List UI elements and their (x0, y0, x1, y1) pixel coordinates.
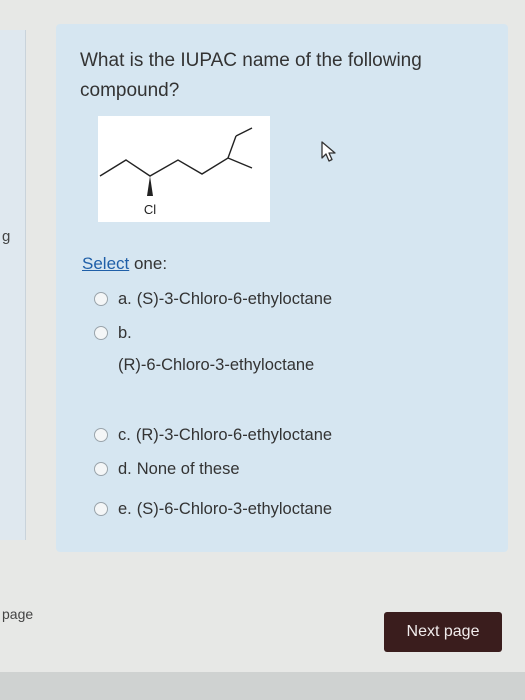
option-e[interactable]: e. (S)-6-Chloro-3-ethyloctane (94, 496, 332, 522)
chlorine-label: Cl (144, 202, 156, 217)
option-e-text: (S)-6-Chloro-3-ethyloctane (136, 500, 333, 518)
footer-page-label: page (2, 606, 34, 622)
option-a[interactable]: a. (S)-3-Chloro-6-ethyloctane (94, 286, 332, 312)
select-link[interactable]: Select (82, 254, 129, 273)
skeletal-formula: Cl (99, 127, 253, 217)
option-a-text: (S)-3-Chloro-6-ethyloctane (136, 290, 333, 308)
option-b-letter: b. (118, 324, 132, 342)
option-b[interactable]: b. (94, 320, 137, 346)
question-text: What is the IUPAC name of the following … (80, 50, 422, 101)
main-chain (99, 157, 253, 177)
option-d-letter: d. (118, 460, 132, 478)
option-d-text: None of these (136, 460, 240, 478)
radio-d[interactable] (94, 462, 108, 476)
side-panel: g (0, 30, 26, 540)
option-c[interactable]: c. (R)-3-Chloro-6-ethyloctane (94, 422, 332, 448)
option-d[interactable]: d. None of these (94, 456, 240, 482)
structure-image: Cl (98, 116, 270, 222)
option-c-letter: c. (118, 426, 131, 444)
radio-c[interactable] (94, 428, 108, 442)
ethyl-branch-2 (235, 127, 253, 137)
next-page-button[interactable]: Next page (384, 612, 502, 652)
radio-e[interactable] (94, 502, 108, 516)
select-prompt: Select one: (82, 254, 167, 274)
bottom-band (0, 672, 525, 700)
select-prompt-rest: one: (129, 254, 168, 273)
option-e-letter: e. (118, 500, 132, 518)
radio-a[interactable] (94, 292, 108, 306)
side-number: g (2, 228, 11, 245)
mouse-pointer-icon (321, 141, 336, 162)
option-c-text: (R)-3-Chloro-6-ethyloctane (135, 426, 333, 444)
option-b-text: (R)-6-Chloro-3-ethyloctane (118, 356, 315, 374)
option-a-letter: a. (118, 290, 132, 308)
question-card: What is the IUPAC name of the following … (56, 24, 508, 552)
radio-b[interactable] (94, 326, 108, 340)
wedge-bond (147, 176, 153, 196)
ethyl-branch-1 (227, 135, 237, 159)
